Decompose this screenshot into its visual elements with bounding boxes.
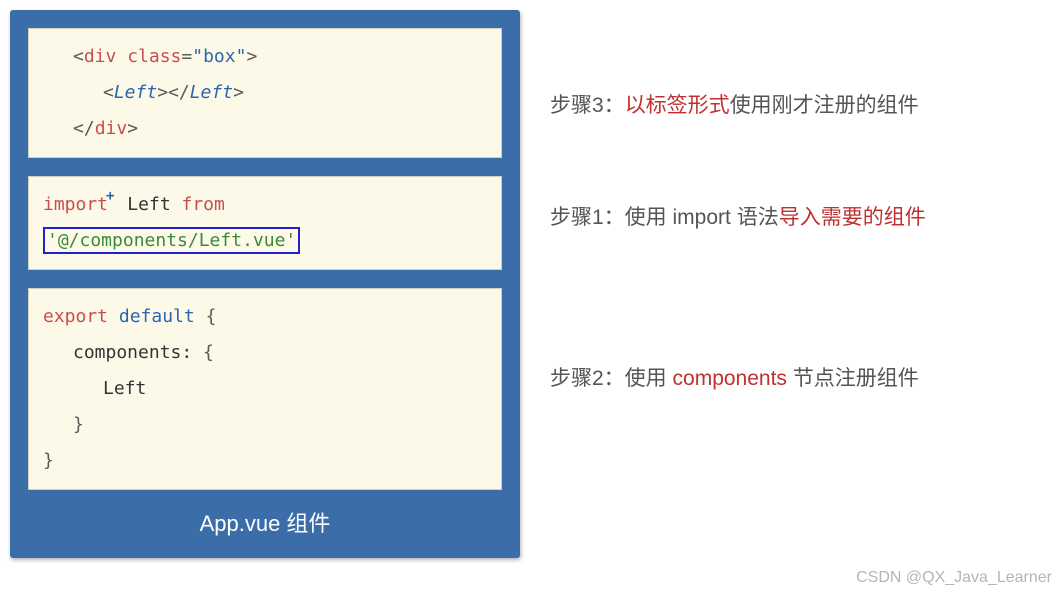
identifier-left: Left: [103, 378, 146, 399]
tag-div: div: [95, 118, 128, 139]
annotation-highlight: components: [673, 367, 787, 390]
annotation-prefix: 步骤3：: [550, 94, 625, 117]
code-line: components: {: [43, 335, 487, 371]
export-code-block: export default { components: { Left } }: [28, 288, 502, 490]
panel-caption: App.vue 组件: [28, 500, 502, 540]
annotation-step3: 步骤3：以标签形式使用刚才注册的组件: [550, 90, 1054, 122]
identifier-left: Left: [116, 194, 181, 215]
annotation-highlight: 导入需要的组件: [779, 206, 926, 229]
annotation-suffix: 使用刚才注册的组件: [730, 94, 919, 117]
tag-div: div: [84, 46, 117, 67]
code-line: <Left></Left>: [43, 75, 487, 111]
annotation-suffix: 节点注册组件: [787, 367, 919, 390]
annotation-panel: 步骤3：以标签形式使用刚才注册的组件 步骤1：使用 import 语法导入需要的…: [550, 10, 1054, 558]
code-line: <div class="box">: [43, 39, 487, 75]
code-panel: <div class="box"> <Left></Left> </div> i…: [10, 10, 520, 558]
template-code-block: <div class="box"> <Left></Left> </div>: [28, 28, 502, 158]
import-path: '@/components/Left.vue': [47, 230, 296, 251]
keyword-export: export: [43, 306, 108, 327]
code-line: </div>: [43, 111, 487, 147]
annotation-prefix: 步骤2：使用: [550, 367, 673, 390]
attr-value: box: [203, 46, 236, 67]
annotation-highlight: 以标签形式: [625, 94, 730, 117]
attr-class: class: [127, 46, 181, 67]
keyword-import: import: [43, 194, 108, 215]
import-code-block: import+ Left from '@/components/Left.vue…: [28, 176, 502, 270]
plus-icon: +: [106, 188, 114, 204]
highlighted-path: '@/components/Left.vue': [43, 227, 300, 254]
code-line: }: [43, 443, 487, 479]
keyword-default: default: [119, 306, 195, 327]
watermark: CSDN @QX_Java_Learner: [856, 569, 1052, 587]
code-line: }: [43, 407, 487, 443]
component-left: Left: [190, 82, 233, 103]
component-left: Left: [114, 82, 157, 103]
code-line: Left: [43, 371, 487, 407]
main-container: <div class="box"> <Left></Left> </div> i…: [0, 0, 1064, 568]
annotation-step2: 步骤2：使用 components 节点注册组件: [550, 363, 1054, 395]
code-line: import+ Left from '@/components/Left.vue…: [43, 187, 487, 259]
angle-bracket: <: [73, 46, 84, 67]
annotation-prefix: 步骤1：使用 import 语法: [550, 206, 779, 229]
code-line: export default {: [43, 299, 487, 335]
keyword-from: from: [182, 194, 225, 215]
annotation-step1: 步骤1：使用 import 语法导入需要的组件: [550, 202, 1054, 234]
property-components: components:: [73, 342, 192, 363]
